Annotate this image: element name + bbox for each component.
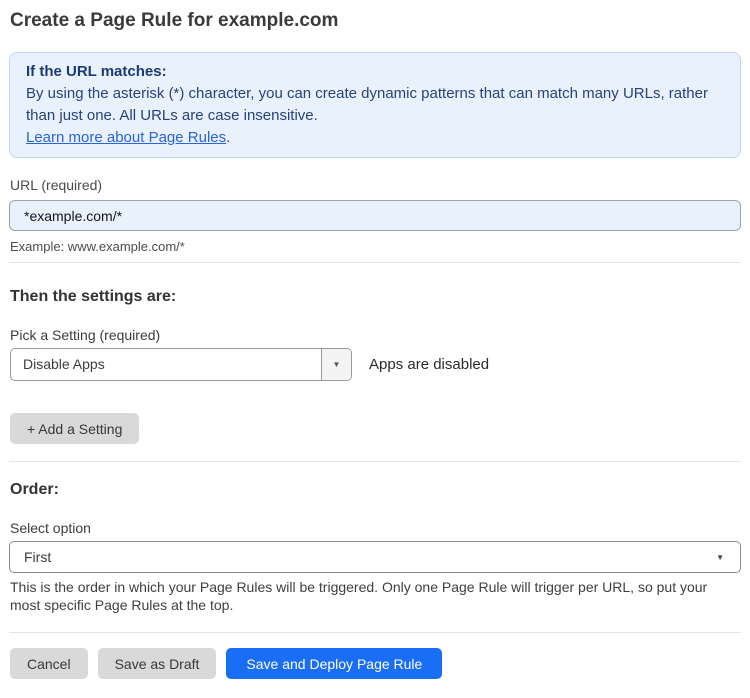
- order-select-label: Select option: [10, 520, 91, 536]
- divider: [9, 262, 741, 263]
- setting-dropdown-value: Disable Apps: [23, 356, 105, 372]
- cancel-button[interactable]: Cancel: [10, 648, 88, 679]
- pick-setting-label: Pick a Setting (required): [10, 327, 161, 343]
- order-section-heading: Order:: [10, 481, 59, 498]
- settings-section-heading: Then the settings are:: [10, 288, 177, 305]
- url-field-label: URL (required): [10, 177, 103, 193]
- caret-down-icon[interactable]: ▼: [321, 349, 351, 380]
- link-suffix: .: [226, 129, 231, 146]
- info-box-heading: If the URL matches:: [26, 63, 167, 80]
- create-page-rule-panel: Create a Page Rule for example.com If th…: [0, 9, 750, 679]
- divider: [9, 632, 741, 633]
- info-box-body: By using the asterisk (*) character, you…: [26, 85, 708, 124]
- setting-status-text: Apps are disabled: [369, 356, 490, 373]
- url-example-hint: Example: www.example.com/*: [10, 239, 185, 254]
- info-box-link-line: Learn more about Page Rules.: [26, 127, 724, 149]
- order-help-text: This is the order in which your Page Rul…: [10, 579, 708, 613]
- order-select-value: First: [24, 549, 52, 565]
- setting-row: Disable Apps ▼ Apps are disabled: [10, 348, 740, 381]
- add-setting-button[interactable]: + Add a Setting: [10, 413, 140, 444]
- learn-more-link[interactable]: Learn more about Page Rules: [26, 129, 226, 146]
- page-title: Create a Page Rule for example.com: [10, 10, 339, 31]
- url-match-info-box: If the URL matches: By using the asteris…: [9, 52, 741, 158]
- save-as-draft-button[interactable]: Save as Draft: [97, 648, 217, 679]
- url-input[interactable]: [9, 200, 741, 231]
- divider: [9, 461, 741, 462]
- caret-down-icon: ▼: [716, 552, 724, 562]
- order-select[interactable]: First ▼: [9, 541, 741, 573]
- save-and-deploy-button[interactable]: Save and Deploy Page Rule: [226, 648, 443, 679]
- action-button-row: Cancel Save as Draft Save and Deploy Pag…: [10, 648, 750, 679]
- setting-dropdown[interactable]: Disable Apps ▼: [10, 348, 352, 381]
